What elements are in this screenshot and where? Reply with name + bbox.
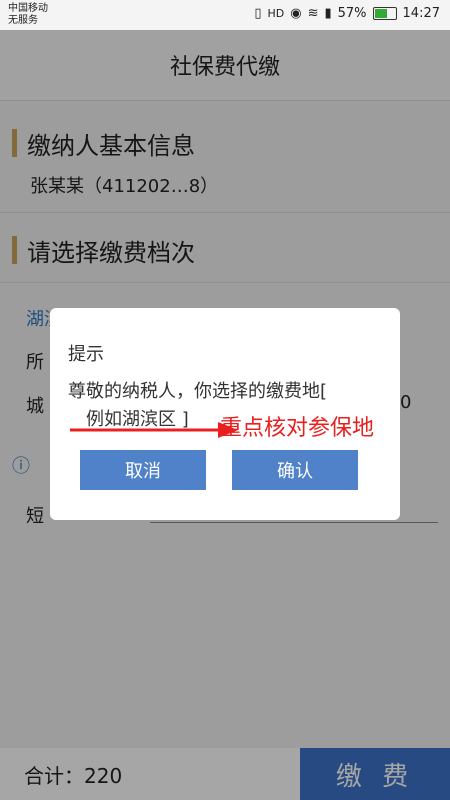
- annotation-text: 重点核对参保地: [220, 416, 375, 441]
- eye-icon: ◉: [290, 6, 302, 21]
- vibrate-icon: ▯: [254, 6, 262, 21]
- status-time: 14:27: [402, 6, 440, 21]
- dialog-title: 提示: [68, 344, 104, 365]
- carrier-service: 无服务: [8, 15, 38, 26]
- confirm-button[interactable]: 确认: [232, 450, 358, 490]
- signal-icon: ▮: [324, 6, 332, 21]
- battery-percent: 57%: [337, 6, 367, 21]
- carrier-name: 中国移动: [8, 3, 48, 14]
- status-icons: ▯ HD ◉ ≋ ▮ 57% 14:27: [254, 6, 440, 21]
- cancel-button[interactable]: 取消: [80, 450, 206, 490]
- battery-icon: [372, 7, 397, 20]
- status-bar: 中国移动 无服务 ▯ HD ◉ ≋ ▮ 57% 14:27: [0, 0, 450, 30]
- wifi-icon: ≋: [307, 6, 319, 21]
- carrier-info: 中国移动 无服务: [8, 3, 48, 27]
- dialog-message-line1: 尊敬的纳税人，你选择的缴费地[: [68, 381, 328, 402]
- hd-icon: HD: [267, 7, 285, 20]
